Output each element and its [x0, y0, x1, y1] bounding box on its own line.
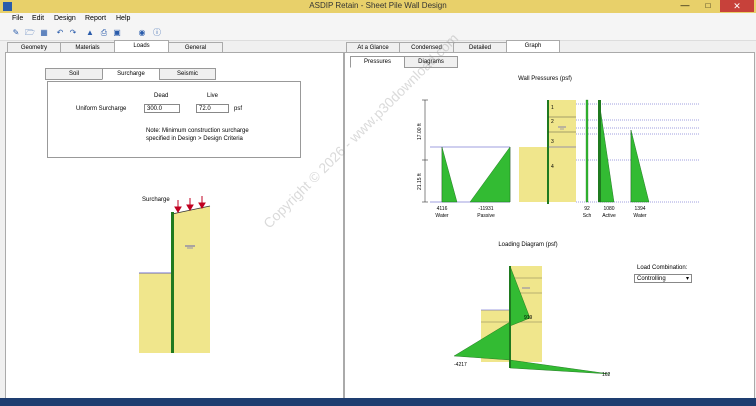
active-value: 1080 — [603, 206, 614, 212]
water-right-label: Water — [633, 213, 646, 219]
loading-diagram-title: Loading Diagram (psf) — [498, 242, 557, 248]
passive-pressure — [469, 146, 511, 203]
chevron-down-icon: ▾ — [685, 276, 689, 282]
sch-value: 92 — [584, 206, 590, 212]
dead-surcharge-input[interactable]: 300.0 — [144, 104, 180, 113]
maximize-button[interactable]: □ — [697, 1, 719, 11]
ld-value-mid: 919 — [524, 315, 533, 321]
loading-diagram: Loading Diagram (psf) 919 -4217 16219 — [453, 242, 610, 378]
menu-help[interactable]: Help — [116, 15, 130, 22]
surcharge-pressure — [585, 99, 589, 203]
surcharge-note: Note: Minimum construction surcharge spe… — [146, 128, 249, 142]
uniform-surcharge-label: Uniform Surcharge — [76, 106, 127, 112]
close-button[interactable]: ✕ — [720, 0, 754, 12]
ld-value-left: -4217 — [454, 362, 467, 368]
surcharge-group — [47, 81, 301, 158]
surcharge-unit: psf — [234, 106, 243, 112]
menu-design[interactable]: Design — [54, 15, 76, 22]
water-pressure-right — [630, 129, 650, 203]
load-combination-select[interactable]: Controlling ▾ — [634, 274, 692, 283]
active-pressure — [598, 99, 615, 203]
save-icon[interactable]: ▦ — [39, 28, 49, 38]
layer-2: 2 — [551, 119, 554, 125]
sch-label: Sch — [583, 213, 592, 219]
undo-icon[interactable]: ↶ — [55, 28, 65, 38]
print-icon[interactable]: ⎙ — [99, 28, 109, 38]
dim-lower-label: 21.15 ft — [417, 173, 423, 190]
water-pressure-left — [441, 146, 458, 203]
subtab-surcharge[interactable]: Surcharge — [102, 68, 160, 80]
retained-soil-block — [548, 100, 576, 202]
menu-bar: File Edit Design Report Help — [0, 13, 756, 26]
load-combination-label: Load Combination: — [637, 265, 688, 271]
live-header: Live — [207, 93, 219, 99]
load-combination-value: Controlling — [637, 276, 666, 282]
water-left-value: 4116 — [437, 206, 448, 212]
redo-icon[interactable]: ↷ — [68, 28, 78, 38]
zoom-icon[interactable]: ▲ — [85, 28, 95, 38]
left-soil-block — [519, 147, 549, 202]
info-icon[interactable]: ⓘ — [152, 28, 162, 38]
ld-value-right: 16219 — [602, 372, 610, 378]
window-title: ASDIP Retain - Sheet Pile Wall Design — [309, 1, 447, 10]
help-icon[interactable]: ◉ — [137, 28, 147, 38]
ld-toe-load — [509, 359, 610, 375]
open-icon[interactable]: 🗁 — [25, 28, 35, 38]
minimize-button[interactable]: — — [674, 1, 696, 11]
layer-1: 1 — [551, 105, 554, 111]
sheet-pile — [171, 212, 174, 353]
wall-sketch: Surcharge — [139, 196, 211, 353]
toolbar: ✎ 🗁 ▦ ↶ ↷ ▲ ⎙ ▣ ◉ ⓘ — [0, 26, 756, 41]
dead-header: Dead — [154, 93, 169, 99]
menu-report[interactable]: Report — [85, 15, 106, 22]
new-icon[interactable]: ✎ — [11, 28, 21, 38]
subtab-soil[interactable]: Soil — [45, 68, 103, 80]
subtab-seismic[interactable]: Seismic — [159, 68, 216, 80]
pile-section — [547, 100, 549, 204]
menu-edit[interactable]: Edit — [32, 15, 44, 22]
active-label: Active — [602, 213, 616, 219]
wall-pressures-diagram: Wall Pressures (psf) 17.00 ft 21.15 ft 1… — [417, 76, 700, 219]
water-left-label: Water — [435, 213, 448, 219]
passive-value: -11931 — [478, 206, 493, 212]
dim-upper-label: 17.00 ft — [417, 123, 423, 140]
ld-pile — [509, 266, 511, 368]
passive-label: Passive — [477, 213, 495, 219]
taskbar — [0, 398, 756, 406]
layer-4: 4 — [551, 164, 554, 170]
preview-icon[interactable]: ▣ — [112, 28, 122, 38]
surcharge-label: Surcharge — [142, 197, 170, 203]
wall-pressures-title: Wall Pressures (psf) — [518, 76, 572, 82]
layer-3: 3 — [551, 139, 554, 145]
water-right-value: 1394 — [634, 206, 645, 212]
retained-soil — [172, 206, 210, 353]
live-surcharge-input[interactable]: 72.0 — [196, 104, 229, 113]
subtab-pressures[interactable]: Pressures — [350, 56, 405, 68]
front-soil — [139, 273, 172, 353]
menu-file[interactable]: File — [12, 15, 23, 22]
title-bar: ASDIP Retain - Sheet Pile Wall Design — … — [0, 0, 756, 13]
